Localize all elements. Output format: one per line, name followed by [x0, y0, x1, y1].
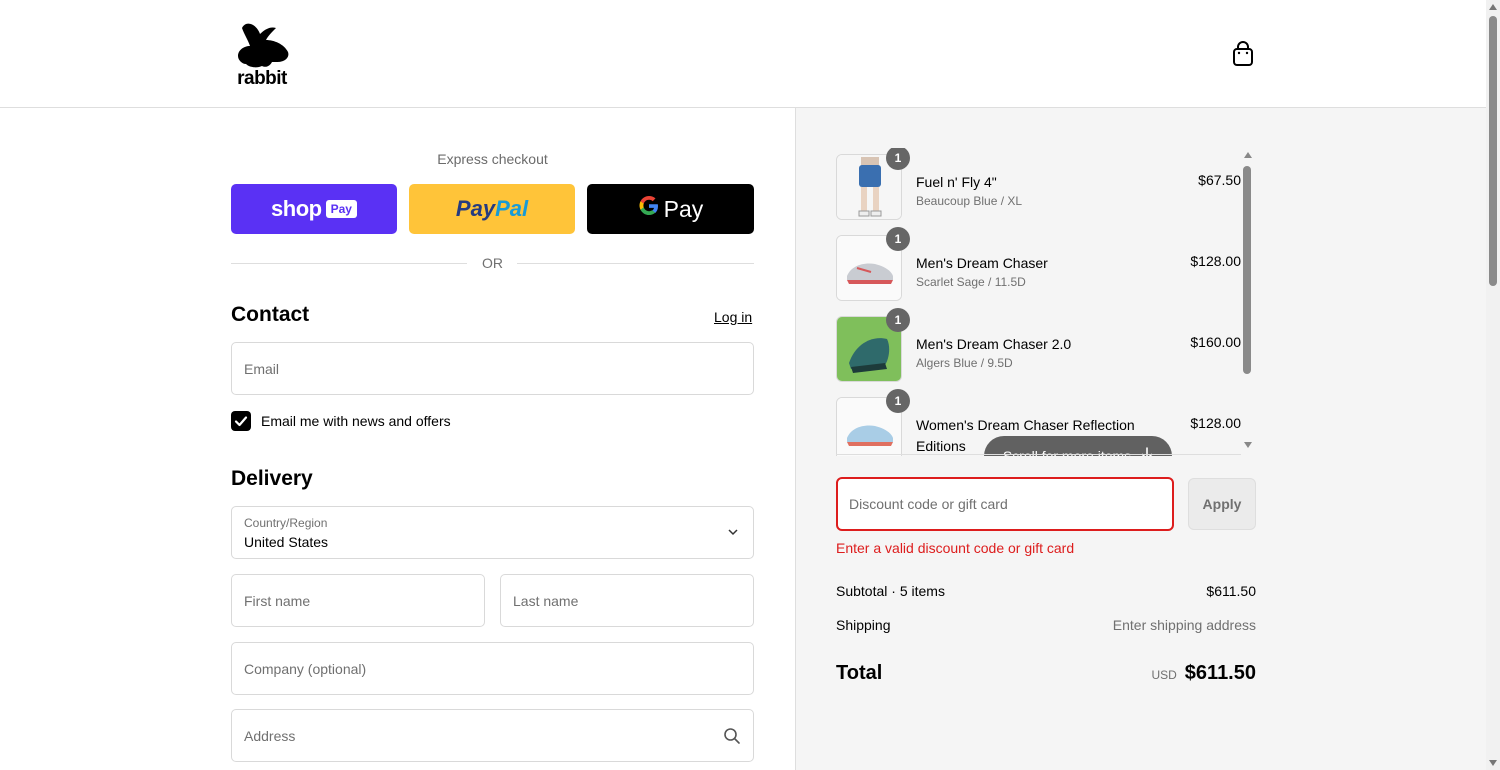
discount-error-message: Enter a valid discount code or gift card: [836, 540, 1075, 556]
cart-items-scrollbar[interactable]: [1240, 148, 1254, 454]
company-field[interactable]: [231, 642, 754, 695]
login-link[interactable]: Log in: [714, 309, 752, 325]
quantity-badge: 1: [886, 148, 910, 170]
discount-code-field[interactable]: [836, 477, 1174, 531]
quantity-badge: 1: [886, 227, 910, 251]
country-value: United States: [244, 534, 329, 550]
paypal-wordmark: PayPal: [456, 196, 528, 222]
country-label: Country/Region: [244, 516, 328, 530]
product-price: $67.50: [1198, 172, 1241, 188]
shipping-value: Enter shipping address: [1112, 617, 1256, 633]
order-summary-column: 1 Fuel n' Fly 4" Beaucoup Blue / XL $67.…: [795, 108, 1486, 770]
scroll-for-more-button[interactable]: Scroll for more items: [984, 436, 1172, 456]
cart-item: 1 Men's Dream Chaser Scarlet Sage / 11.5…: [836, 227, 1241, 301]
newsletter-label: Email me with news and offers: [261, 413, 451, 429]
product-variant: Beaucoup Blue / XL: [916, 194, 1023, 208]
shop-pay-wordmark: shop: [271, 196, 322, 221]
shopping-bag-icon[interactable]: [1230, 40, 1256, 68]
address-field[interactable]: [231, 709, 754, 762]
quantity-badge: 1: [886, 389, 910, 413]
delivery-heading: Delivery: [231, 467, 313, 490]
product-name: Men's Dream Chaser 2.0: [916, 336, 1072, 352]
product-variant: Algers Blue / 9.5D: [916, 356, 1013, 370]
discount-code-input[interactable]: [838, 479, 1172, 529]
apply-discount-button[interactable]: Apply: [1188, 478, 1256, 530]
shipping-label: Shipping: [836, 617, 891, 633]
site-header: rabbit: [0, 0, 1486, 108]
checkout-form-column: Express checkout shop Pay PayPal Pay OR …: [0, 108, 795, 770]
page-scroll-up-icon[interactable]: [1489, 4, 1497, 10]
rabbit-logo-icon: [238, 23, 289, 68]
product-price: $128.00: [1190, 253, 1241, 269]
google-pay-button[interactable]: Pay: [587, 184, 754, 234]
country-select[interactable]: Country/Region United States: [231, 506, 754, 559]
last-name-field[interactable]: [500, 574, 754, 627]
express-checkout-label: Express checkout: [437, 151, 548, 167]
contact-heading: Contact: [231, 303, 310, 326]
page-scrollbar[interactable]: [1486, 0, 1500, 770]
scrollbar-thumb[interactable]: [1243, 166, 1251, 374]
last-name-input[interactable]: [501, 575, 753, 626]
subtotal-value: $611.50: [1206, 583, 1256, 599]
paypal-pay-text: Pay: [455, 196, 496, 221]
email-input[interactable]: [232, 343, 753, 394]
chevron-down-icon: [728, 529, 738, 536]
page-scroll-down-icon[interactable]: [1489, 760, 1497, 766]
first-name-input[interactable]: [232, 575, 484, 626]
first-name-field[interactable]: [231, 574, 485, 627]
scroll-up-arrow-icon[interactable]: [1244, 152, 1252, 158]
newsletter-checkbox[interactable]: [231, 411, 251, 431]
paypal-button[interactable]: PayPal: [409, 184, 575, 234]
product-price: $160.00: [1190, 334, 1241, 350]
product-name: Men's Dream Chaser: [916, 255, 1048, 271]
product-price: $128.00: [1190, 415, 1241, 431]
email-field[interactable]: [231, 342, 754, 395]
logo-text: rabbit: [237, 68, 287, 89]
address-input[interactable]: [232, 710, 753, 761]
cart-item: 1 Men's Dream Chaser 2.0 Algers Blue / 9…: [836, 308, 1241, 382]
google-pay-wordmark: Pay: [663, 195, 704, 222]
google-g-icon: [638, 195, 660, 224]
divider-line-right: [517, 263, 754, 264]
total-label: Total: [836, 662, 883, 684]
product-name: Fuel n' Fly 4": [916, 174, 997, 190]
page-scrollbar-thumb[interactable]: [1489, 16, 1497, 286]
cart-items-list[interactable]: 1 Fuel n' Fly 4" Beaucoup Blue / XL $67.…: [836, 148, 1256, 456]
total-currency: USD: [1151, 668, 1177, 682]
search-icon[interactable]: [723, 727, 741, 745]
total-amount: USD $611.50: [1151, 662, 1256, 685]
items-divider: [836, 454, 1241, 455]
quantity-badge: 1: [886, 308, 910, 332]
or-divider: OR: [231, 254, 754, 274]
scroll-down-arrow-icon[interactable]: [1244, 442, 1252, 448]
shop-pay-button[interactable]: shop Pay: [231, 184, 397, 234]
company-input[interactable]: [232, 643, 753, 694]
cart-item: 1 Fuel n' Fly 4" Beaucoup Blue / XL $67.…: [836, 148, 1241, 220]
shop-pay-badge: Pay: [325, 200, 357, 218]
subtotal-label: Subtotal · 5 items: [836, 583, 945, 599]
product-variant: Scarlet Sage / 11.5D: [916, 275, 1026, 289]
checkmark-icon: [234, 416, 248, 427]
rabbit-logo[interactable]: rabbit: [232, 20, 292, 89]
total-value: $611.50: [1184, 662, 1256, 684]
paypal-pal-text: Pal: [495, 196, 529, 221]
